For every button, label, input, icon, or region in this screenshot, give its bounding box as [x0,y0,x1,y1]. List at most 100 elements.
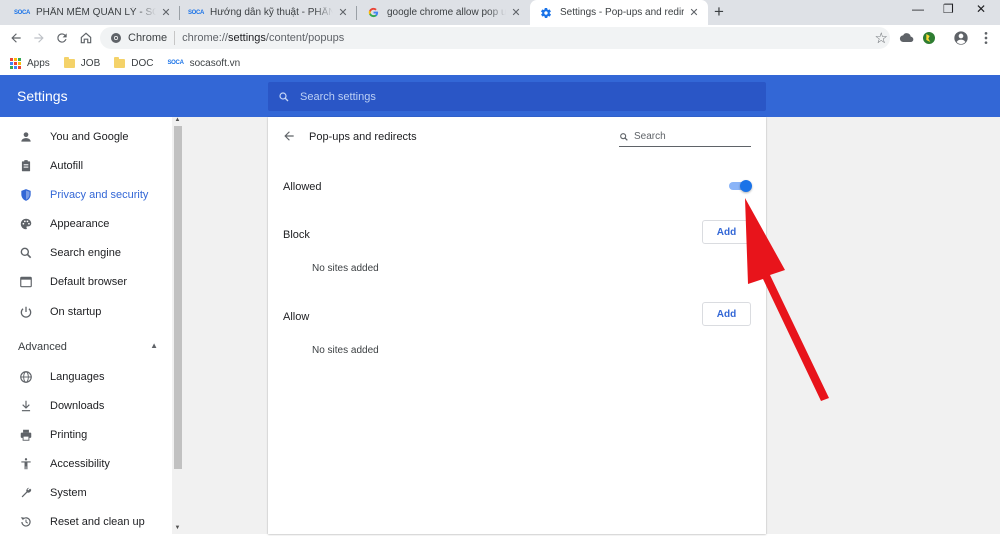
globe-extension-icon[interactable] [921,30,937,46]
divider [174,31,176,45]
toggle-knob [740,180,752,192]
bookmark-socasoft[interactable]: SOCA socasoft.vn [167,58,240,69]
sidebar-item-label: Downloads [50,399,105,412]
search-icon [18,245,34,261]
google-icon [365,7,381,19]
scheme-label: Chrome [128,32,168,44]
close-icon[interactable]: ✕ [160,6,172,19]
sidebar-item-label: Search engine [50,246,121,259]
shield-icon [18,187,34,203]
bookmark-job[interactable]: JOB [63,56,101,69]
power-icon [18,304,34,320]
search-icon [279,91,289,101]
maximize-button[interactable]: ❐ [943,2,954,16]
reload-button[interactable] [53,29,71,47]
settings-title: Settings [17,88,68,104]
scroll-down-arrow-icon[interactable]: ▼ [172,525,183,531]
search-icon [620,132,628,141]
back-arrow-icon [11,33,21,43]
minimize-button[interactable]: — [912,2,924,16]
allowed-label: Allowed [283,181,322,193]
tab-settings[interactable]: Settings - Pop-ups and redirects ✕ [530,0,708,25]
scroll-up-arrow-icon[interactable]: ▲ [172,117,183,123]
person-icon [18,129,34,145]
gear-icon [538,7,554,19]
sidebar-item-downloads[interactable]: Downloads [0,391,172,420]
bookmark-doc[interactable]: DOC [114,56,153,69]
bookmark-label: Apps [27,57,50,69]
popups-settings-card: Pop-ups and redirects Search Allowed Blo… [268,117,766,534]
apps-grid-icon [10,57,21,69]
palette-icon [18,216,34,232]
bookmark-label: JOB [80,57,101,69]
address-bar[interactable]: Chrome chrome://settings/content/popups [100,27,890,49]
sidebar-item-label: Languages [50,370,105,383]
tab-google-search[interactable]: google chrome allow pop ups - Google ✕ [357,0,530,25]
close-icon[interactable]: ✕ [337,6,349,19]
menu-icon[interactable] [978,30,994,46]
sidebar-scrollbar-thumb[interactable] [174,126,182,469]
sidebar-item-autofill[interactable]: Autofill [0,151,172,180]
back-button[interactable] [7,29,25,47]
download-icon [18,398,34,414]
home-button[interactable] [77,29,95,47]
close-window-button[interactable]: ✕ [976,2,986,16]
folder-icon [114,56,126,68]
sidebar-item-label: Default browser [50,275,128,288]
sidebar-item-you-and-google[interactable]: You and Google [0,122,172,151]
search-placeholder: Search settings [300,90,376,103]
new-tab-button[interactable]: + [714,2,724,22]
sidebar-item-printing[interactable]: Printing [0,420,172,449]
socasoft-logo: SOCA [13,9,31,16]
search-placeholder: Search [634,131,666,142]
globe-icon [18,369,34,385]
cloud-extension-icon[interactable] [898,30,914,46]
sidebar-item-label: You and Google [50,130,129,143]
bookmark-star-icon[interactable]: ☆ [875,29,888,47]
sidebar-item-accessibility[interactable]: Accessibility [0,449,172,478]
bookmark-apps[interactable]: Apps [10,57,50,69]
sidebar-item-label: Autofill [50,159,84,172]
settings-sidebar: You and Google Autofill Privacy and secu… [0,117,183,534]
allow-add-button[interactable]: Add [702,302,751,326]
sidebar-item-system[interactable]: System [0,478,172,507]
allow-label: Allow [283,311,310,323]
back-arrow-icon[interactable] [282,129,298,145]
browser-toolbar: Chrome chrome://settings/content/popups … [0,25,1000,51]
sidebar-item-search-engine[interactable]: Search engine [0,238,172,267]
tab-title: google chrome allow pop ups - Google [387,7,506,18]
block-add-button[interactable]: Add [702,220,751,244]
sidebar-item-privacy-and-security[interactable]: Privacy and security [0,180,172,209]
sidebar-item-label: Privacy and security [50,188,149,201]
sidebar-item-label: On startup [50,305,102,318]
allowed-toggle[interactable] [729,180,752,192]
search-input[interactable]: Search [619,127,751,147]
tab-huong-dan[interactable]: SOCA Hướng dẫn kỹ thuật - PHẦN MỀM ✕ [180,0,357,25]
settings-header: Settings Search settings [0,75,1000,117]
accessibility-icon [18,456,34,472]
sidebar-item-languages[interactable]: Languages [0,362,172,391]
close-icon[interactable]: ✕ [688,6,700,19]
page-title: Pop-ups and redirects [309,131,417,143]
home-icon [80,32,92,44]
sidebar-item-reset-and-clean-up[interactable]: Reset and clean up [0,507,172,536]
bookmark-label: socasoft.vn [189,57,241,69]
close-icon[interactable]: ✕ [510,6,522,19]
advanced-label: Advanced [18,341,67,353]
folder-icon [63,56,75,68]
sidebar-item-label: Appearance [50,217,110,230]
sidebar-item-appearance[interactable]: Appearance [0,209,172,238]
allow-empty-text: No sites added [312,345,379,356]
sidebar-item-on-startup[interactable]: On startup [0,297,172,326]
block-empty-text: No sites added [312,263,379,274]
caret-up-icon: ▲ [150,341,158,350]
profile-avatar-icon[interactable] [953,30,969,46]
advanced-section-toggle[interactable]: Advanced ▲ [18,341,158,353]
tab-title: Hướng dẫn kỹ thuật - PHẦN MỀM [210,7,333,18]
block-label: Block [283,229,310,241]
search-settings-input[interactable]: Search settings [268,82,766,111]
sidebar-item-default-browser[interactable]: Default browser [0,267,172,296]
reset-icon [18,514,34,530]
forward-button[interactable] [30,29,48,47]
tab-socasoft[interactable]: SOCA PHẦN MỀM QUẢN LÝ - SOCASOFT ✕ [6,0,180,25]
